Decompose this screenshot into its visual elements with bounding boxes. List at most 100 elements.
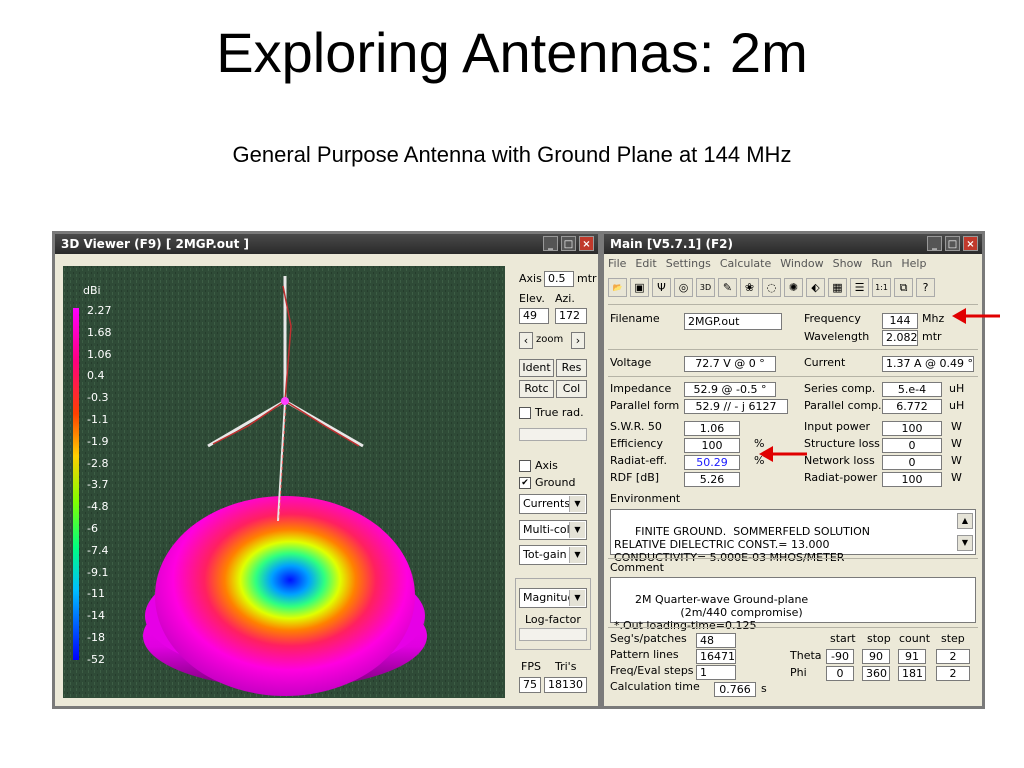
theta-stop[interactable]: 90 [862,649,890,664]
rotc-button[interactable]: Rotc [519,380,554,398]
antenna-icon[interactable]: Ψ [652,278,671,297]
phi-count[interactable]: 181 [898,666,926,681]
legend-label: -7.4 [87,543,109,557]
legend-label: -14 [87,609,105,623]
menu-item-show[interactable]: Show [833,257,863,270]
viewer-titlebar[interactable]: 3D Viewer (F9) [ 2MGP.out ] _ □ × [55,234,598,254]
target-icon[interactable]: ◎ [674,278,693,297]
res-button[interactable]: Res [556,359,587,377]
axis-input[interactable]: 0.5 [544,271,574,287]
radiation-icon[interactable]: ✺ [784,278,803,297]
legend-color-bar [73,308,79,660]
divider [608,304,978,305]
slide-title: Exploring Antennas: 2m [216,21,808,84]
axis-unit: mtr [577,272,597,285]
rdf-field: 5.26 [684,472,740,487]
series-comp-unit: uH [949,382,965,395]
scroll-down-icon[interactable]: ▼ [957,535,973,551]
magnitude-select[interactable]: Magnituc ▼ [519,588,587,608]
close-icon[interactable]: × [579,236,594,251]
totgain-select-value: Tot-gain [523,548,567,561]
main-titlebar[interactable]: Main [V5.7.1] (F2) _ □ × [604,234,982,254]
menu-item-run[interactable]: Run [871,257,892,270]
maximize-icon[interactable]: □ [561,236,576,251]
legend-label: -1.1 [87,413,109,426]
comment-box[interactable]: 2M Quarter-wave Ground-plane (2m/440 com… [610,577,976,632]
rings-icon[interactable]: ◌ [762,278,781,297]
tris-label: Tri's [555,660,577,673]
totgain-select[interactable]: Tot-gain ▼ [519,545,587,565]
col-button[interactable]: Col [556,380,587,398]
phi-stop[interactable]: 360 [862,666,890,681]
theta-start[interactable]: -90 [826,649,854,664]
close-icon[interactable]: × [963,236,978,251]
divider [608,627,978,628]
col-step-label: step [941,632,965,645]
calc-time-unit: s [761,682,767,695]
menu-item-calculate[interactable]: Calculate [720,257,771,270]
open-icon[interactable]: 📂 [608,278,627,297]
frequency-label: Frequency [804,312,861,325]
phi-step[interactable]: 2 [936,666,970,681]
menu-item-file[interactable]: File [608,257,626,270]
menu-item-help[interactable]: Help [901,257,926,270]
filename-field[interactable]: 2MGP.out [684,313,782,330]
currents-select[interactable]: Currents ▼ [519,494,587,514]
pattern-icon[interactable]: ❀ [740,278,759,297]
ratio-icon[interactable]: 1:1 [872,278,891,297]
fps-value: 75 [519,677,541,693]
parallel-comp-label: Parallel comp. [804,399,882,412]
minimize-icon[interactable]: _ [927,236,942,251]
3d-icon[interactable]: 3D [696,278,715,297]
chevron-down-icon: ▼ [569,496,585,512]
scroll-up-icon[interactable]: ▲ [957,513,973,529]
frequency-field[interactable]: 144 [882,313,918,329]
current-label: Current [804,356,846,369]
theta-count[interactable]: 91 [898,649,926,664]
phi-start[interactable]: 0 [826,666,854,681]
theta-step[interactable]: 2 [936,649,970,664]
divider [608,376,978,377]
help-icon[interactable]: ? [916,278,935,297]
edit-icon[interactable]: ✎ [718,278,737,297]
ident-button[interactable]: Ident [519,359,554,377]
checkbox-box [519,407,531,419]
tris-value: 18130 [544,677,587,693]
ground-checkbox[interactable]: ✔ Ground [519,476,575,489]
legend-label: -11 [87,587,105,601]
menu-item-edit[interactable]: Edit [635,257,656,270]
multicolor-select[interactable]: Multi-colo ▼ [519,520,587,540]
radiat-eff-field: 50.29 [684,455,740,470]
zoom-label: zoom [536,334,564,345]
main-window: Main [V5.7.1] (F2) _ □ × File Edit Setting… [604,234,982,706]
menu-item-window[interactable]: Window [780,257,823,270]
minimize-icon[interactable]: _ [543,236,558,251]
maximize-icon[interactable]: □ [945,236,960,251]
col-count-label: count [899,632,931,645]
series-comp-label: Series comp. [804,382,876,395]
input-power-field[interactable]: 100 [882,421,942,436]
zoom-in-button[interactable]: › [571,332,585,349]
legend-label: -2.8 [87,456,109,470]
menu-item-settings[interactable]: Settings [666,257,711,270]
environment-box[interactable]: FINITE GROUND. SOMMERFELD SOLUTION RELAT… [610,509,976,564]
divider [608,349,978,350]
zoom-out-button[interactable]: ‹ [519,332,533,349]
viewer-window: 3D Viewer (F9) [ 2MGP.out ] _ □ × dBi 2.… [55,234,598,706]
viewer-3d-canvas[interactable]: dBi 2.27 1.68 1.06 0.4 -0.3 -1.1 -1.9 -2.8 -3.7 -… [63,266,505,698]
azi-input[interactable]: 172 [555,308,587,324]
logfactor-slider[interactable] [519,628,587,641]
axis-checkbox[interactable]: Axis [519,459,558,472]
network-loss-label: Network loss [804,454,875,467]
elev-input[interactable]: 49 [519,308,549,324]
rdf-label: RDF [dB] [610,471,660,484]
save-icon[interactable]: ▣ [630,278,649,297]
select-icon[interactable]: ⬖ [806,278,825,297]
calculator-icon[interactable]: ▦ [828,278,847,297]
wavelength-field: 2.082 [882,330,918,346]
frequency-unit: Mhz [922,312,945,325]
true-rad-checkbox[interactable]: True rad. [519,406,584,419]
list-icon[interactable]: ☰ [850,278,869,297]
book-icon[interactable]: ⧉ [894,278,913,297]
viewer-slider-1[interactable] [519,428,587,441]
